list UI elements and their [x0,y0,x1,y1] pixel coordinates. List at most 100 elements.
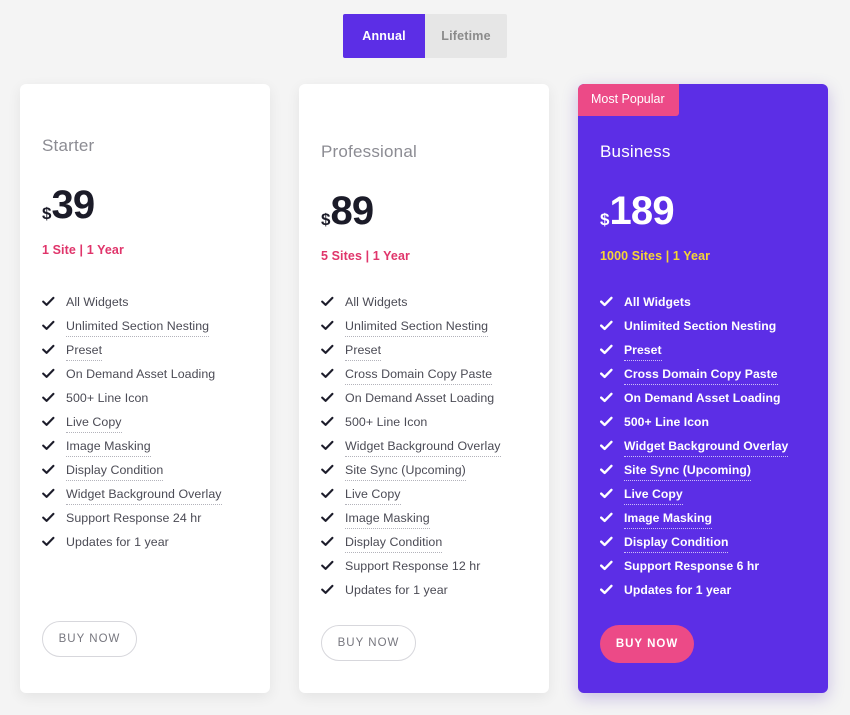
check-icon [321,536,336,547]
check-icon [42,368,57,379]
feature-label: Updates for 1 year [345,583,448,597]
check-icon [42,344,57,355]
buy-wrap-professional: BUY NOW [321,625,416,661]
buy-wrap-starter: BUY NOW [42,621,137,657]
feature-item: Support Response 6 hr [600,559,806,583]
most-popular-badge: Most Popular [578,84,679,116]
check-icon [321,296,336,307]
price-currency-professional: $ [321,210,331,229]
check-icon [321,464,336,475]
billing-tab-annual[interactable]: Annual [343,14,425,58]
feature-list-business: All Widgets Unlimited Section Nesting Pres… [600,295,806,607]
feature-label[interactable]: Live Copy [345,487,401,505]
feature-label[interactable]: Site Sync (Upcoming) [345,463,466,481]
feature-item: Preset [321,343,527,367]
feature-item: Display Condition [600,535,806,559]
check-icon [600,416,615,427]
price-amount-starter: 39 [51,183,95,227]
feature-label[interactable]: Image Masking [345,511,430,529]
card-body-professional: Professional $ 89 5 Sites | 1 Year All W… [299,142,549,607]
plan-price-starter: $ 39 [42,185,248,225]
feature-label: 500+ Line Icon [66,391,149,405]
feature-label[interactable]: Preset [66,343,103,361]
feature-label: 500+ Line Icon [345,415,428,429]
buy-now-button-business[interactable]: BUY NOW [600,625,694,663]
buy-now-button-starter[interactable]: BUY NOW [42,621,137,657]
feature-item: On Demand Asset Loading [321,391,527,415]
feature-label: Support Response 12 hr [345,559,481,573]
check-icon [42,440,57,451]
billing-tab-lifetime-label: Lifetime [441,29,491,43]
feature-label: Unlimited Section Nesting [624,319,777,333]
check-icon [600,488,615,499]
feature-item: Live Copy [321,487,527,511]
feature-item: Preset [42,343,248,367]
feature-label[interactable]: Site Sync (Upcoming) [624,463,751,481]
billing-tab-annual-label: Annual [362,29,406,43]
check-icon [42,464,57,475]
feature-label[interactable]: Cross Domain Copy Paste [345,367,493,385]
check-icon [321,320,336,331]
check-icon [321,392,336,403]
feature-item: Display Condition [42,463,248,487]
check-icon [600,512,615,523]
billing-toggle-group: Annual Lifetime [0,14,850,58]
pricing-card-starter: Starter $ 39 1 Site | 1 Year All Widgets… [20,84,270,693]
feature-label[interactable]: Image Masking [624,511,713,529]
buy-wrap-business: BUY NOW [600,625,694,663]
feature-item: Image Masking [42,439,248,463]
feature-item: Live Copy [600,487,806,511]
feature-label[interactable]: Preset [345,343,382,361]
feature-item: Unlimited Section Nesting [321,319,527,343]
check-icon [600,560,615,571]
check-icon [42,416,57,427]
feature-label: On Demand Asset Loading [66,367,216,381]
feature-item: Widget Background Overlay [600,439,806,463]
feature-label: All Widgets [66,295,129,309]
check-icon [600,440,615,451]
feature-label[interactable]: Display Condition [624,535,729,553]
feature-label[interactable]: Live Copy [624,487,683,505]
plan-name-starter: Starter [42,136,95,155]
feature-label: All Widgets [624,295,691,309]
billing-toggle[interactable]: Annual Lifetime [343,14,507,58]
check-icon [321,440,336,451]
feature-label[interactable]: Widget Background Overlay [345,439,501,457]
feature-item: Display Condition [321,535,527,559]
feature-item: Preset [600,343,806,367]
check-icon [600,392,615,403]
feature-list-professional: All Widgets Unlimited Section Nesting Pres… [321,295,527,607]
feature-item: Updates for 1 year [321,583,527,607]
feature-item: Support Response 12 hr [321,559,527,583]
feature-label[interactable]: Cross Domain Copy Paste [624,367,778,385]
price-currency-business: $ [600,210,610,229]
check-icon [321,488,336,499]
check-icon [600,464,615,475]
feature-label[interactable]: Widget Background Overlay [66,487,222,505]
buy-now-button-professional[interactable]: BUY NOW [321,625,416,661]
feature-label[interactable]: Unlimited Section Nesting [345,319,489,337]
feature-label: Updates for 1 year [66,535,169,549]
feature-item: Site Sync (Upcoming) [321,463,527,487]
feature-label[interactable]: Live Copy [66,415,122,433]
feature-label[interactable]: Widget Background Overlay [624,439,789,457]
price-currency-starter: $ [42,204,52,223]
feature-label[interactable]: Display Condition [66,463,164,481]
feature-label[interactable]: Preset [624,343,662,361]
feature-list-starter: All Widgets Unlimited Section Nesting Pres… [42,295,248,559]
check-icon [321,344,336,355]
price-note-professional: 5 Sites | 1 Year [321,249,410,263]
billing-tab-lifetime[interactable]: Lifetime [425,14,507,58]
plan-name-professional: Professional [321,142,417,161]
feature-item: Updates for 1 year [600,583,806,607]
check-icon [321,416,336,427]
feature-label[interactable]: Image Masking [66,439,151,457]
feature-item: Widget Background Overlay [42,487,248,511]
feature-label[interactable]: Unlimited Section Nesting [66,319,210,337]
check-icon [600,320,615,331]
feature-item: Widget Background Overlay [321,439,527,463]
feature-label[interactable]: Display Condition [345,535,443,553]
price-amount-professional: 89 [330,189,374,233]
check-icon [321,512,336,523]
plan-price-business: $ 189 [600,191,806,231]
